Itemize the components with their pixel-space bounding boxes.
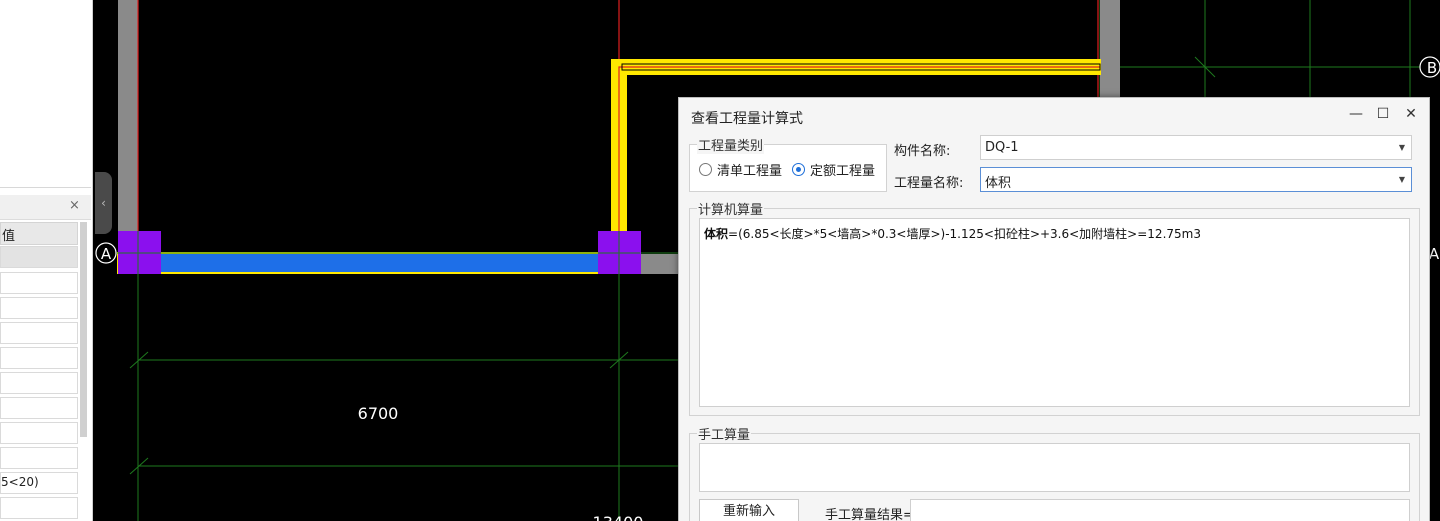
manual-result-label: 手工算量结果= [825, 508, 914, 521]
formula-bold: 体积 [704, 227, 729, 241]
manual-result-field[interactable] [910, 499, 1410, 521]
dropdown-arrow-icon[interactable]: ▼ [1399, 175, 1405, 184]
close-icon[interactable]: × [69, 198, 80, 213]
beam-blue [117, 252, 619, 274]
dropdown-arrow-icon[interactable]: ▼ [1399, 143, 1405, 152]
property-row[interactable] [0, 272, 78, 294]
dimension-text: 6700 [358, 404, 399, 423]
quantity-formula-dialog: 查看工程量计算式 — ☐ ✕ 工程量类别 清单工程量 定额工程量 构件名称: D… [678, 97, 1430, 521]
property-row[interactable] [0, 246, 78, 268]
quantity-category-label: 工程量类别 [697, 135, 765, 154]
scrollbar[interactable] [80, 222, 87, 437]
property-panel: × 值 5<20) [0, 0, 93, 521]
property-row[interactable] [0, 447, 78, 469]
quantity-name-label: 工程量名称: [894, 176, 964, 191]
computer-calc-label: 计算机算量 [697, 199, 765, 218]
app-root: × 值 5<20) A B A 6700 ‹ 查看工程量计算式 — ☐ ✕ 工程… [0, 0, 1440, 521]
quantity-name-value: 体积 [985, 176, 1012, 191]
quantity-name-select[interactable]: 体积 ▼ [980, 167, 1412, 192]
axis-label-a-right: A [1429, 245, 1440, 263]
property-row[interactable] [0, 322, 78, 344]
component-tree-area [0, 0, 91, 188]
wall-gray [1100, 0, 1120, 100]
maximize-icon[interactable]: ☐ [1373, 106, 1393, 122]
dimension-text: 13400 [593, 513, 644, 521]
property-row[interactable] [0, 372, 78, 394]
radio-circle-selected[interactable] [792, 163, 805, 176]
manual-formula-textarea[interactable] [699, 443, 1410, 492]
axis-label-b: B [1427, 59, 1437, 77]
property-row[interactable] [0, 297, 78, 319]
formula-text: =(6.85<长度>*5<墙高>*0.3<墙厚>)-1.125<扣砼柱>+3.6… [728, 227, 1201, 241]
chevron-left-icon[interactable]: ‹ [95, 172, 112, 234]
component-name-value: DQ-1 [985, 140, 1019, 155]
reinput-button[interactable]: 重新输入 [699, 499, 799, 521]
radio-circle[interactable] [699, 163, 712, 176]
radio-label: 清单工程量 [717, 164, 783, 179]
dialog-title: 查看工程量计算式 [691, 111, 803, 127]
component-name-label: 构件名称: [894, 144, 951, 159]
property-row[interactable] [0, 397, 78, 419]
wall-gray [118, 0, 138, 232]
manual-calc-label: 手工算量 [697, 424, 752, 443]
minimize-icon[interactable]: — [1346, 106, 1366, 122]
property-row[interactable] [0, 497, 78, 519]
component-name-select[interactable]: DQ-1 ▼ [980, 135, 1412, 160]
property-row[interactable]: 5<20) [0, 472, 78, 494]
radio-bill-quantity[interactable]: 清单工程量 [699, 160, 782, 179]
radio-label: 定额工程量 [810, 164, 876, 179]
close-icon[interactable]: ✕ [1401, 106, 1421, 122]
wall-gray [638, 254, 680, 274]
property-row[interactable] [0, 347, 78, 369]
axis-label-a-left: A [101, 245, 112, 263]
formula-textarea[interactable]: 体积=(6.85<长度>*5<墙高>*0.3<墙厚>)-1.125<扣砼柱>+3… [699, 218, 1410, 407]
value-column-header: 值 [0, 222, 78, 245]
radio-quota-quantity[interactable]: 定额工程量 [792, 160, 875, 179]
property-row[interactable] [0, 422, 78, 444]
